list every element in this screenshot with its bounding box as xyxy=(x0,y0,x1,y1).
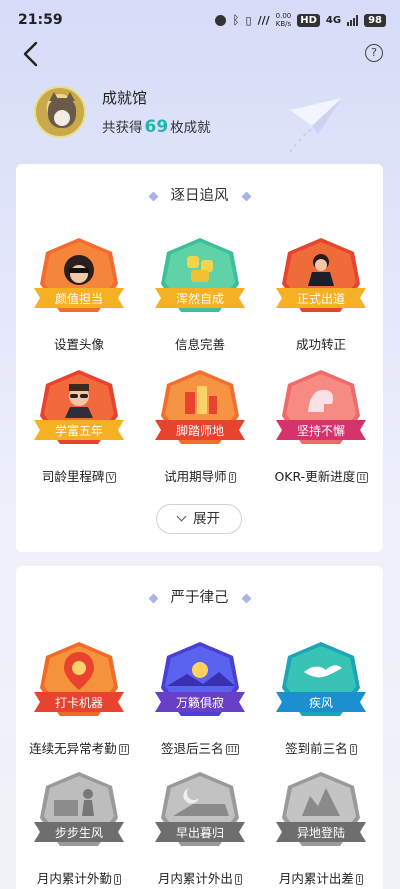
diamond-icon xyxy=(241,191,251,201)
svg-text:脚踏师地: 脚踏师地 xyxy=(176,423,224,438)
svg-text:万籁俱寂: 万籁俱寂 xyxy=(176,695,224,710)
badge-icon: 打卡机器 xyxy=(34,642,124,716)
level-badge: I xyxy=(113,874,122,885)
section-title: 严于律己 xyxy=(16,586,383,607)
badge-label: 司龄里程碑 V xyxy=(41,469,117,484)
badge-icon: 学富五年 xyxy=(34,370,124,444)
badge-label: OKR-更新进度 II xyxy=(274,469,368,484)
badge-icon: 万籁俱寂 xyxy=(155,642,245,716)
achievement-count-number: 69 xyxy=(144,117,169,137)
svg-text:疾风: 疾风 xyxy=(309,695,333,710)
badge-label: 签退后三名 III xyxy=(161,741,239,756)
diamond-icon xyxy=(148,191,158,201)
page-title: 成就馆 xyxy=(102,89,148,107)
level-badge: V xyxy=(106,472,117,483)
badge-item[interactable]: 疾风 签到前三名 I xyxy=(261,636,381,776)
status-bar: 21:59 ᛒ ▯ /// 0.00 KB/s HD 4G 98 xyxy=(0,0,400,40)
network-speed: 0.00 KB/s xyxy=(275,12,292,28)
level-badge: II xyxy=(118,744,129,755)
badge-label: 签到前三名 I xyxy=(285,741,357,756)
bluetooth-icon: ᛒ xyxy=(232,13,240,27)
svg-text:打卡机器: 打卡机器 xyxy=(55,696,103,710)
badge-item[interactable]: 正式出道 成功转正 xyxy=(261,232,381,372)
badge-icon: 浑然自成 xyxy=(155,238,245,312)
svg-text:早出暮归: 早出暮归 xyxy=(176,826,224,840)
alarm-icon xyxy=(215,14,227,26)
svg-text:步步生风: 步步生风 xyxy=(55,826,103,840)
badge-label: 试用期导师 I xyxy=(164,469,236,484)
avatar[interactable] xyxy=(34,86,86,138)
battery-icon: 98 xyxy=(364,13,386,27)
badge-item[interactable]: 坚持不懈 OKR-更新进度 II xyxy=(261,364,381,504)
level-badge: I xyxy=(228,472,236,483)
svg-text:颜值担当: 颜值担当 xyxy=(55,291,103,306)
status-time: 21:59 xyxy=(18,12,63,28)
svg-text:坚持不懈: 坚持不懈 xyxy=(297,423,345,438)
badge-label: 月内累计出差 I xyxy=(278,871,364,886)
paper-plane-icon xyxy=(289,98,342,153)
badge-icon: 疾风 xyxy=(276,642,366,716)
badge-icon: 早出暮归 xyxy=(155,772,245,846)
badge-label: 信息完善 xyxy=(174,337,225,352)
hd-badge: HD xyxy=(297,13,320,27)
badge-label: 成功转正 xyxy=(295,337,346,352)
badge-icon: 坚持不懈 xyxy=(276,370,366,444)
level-badge: I xyxy=(234,874,243,885)
diamond-icon xyxy=(241,593,251,603)
badge-item[interactable]: 打卡机器 连续无异常考勤 II xyxy=(19,636,139,776)
badge-item[interactable]: 颜值担当 设置头像 xyxy=(19,232,139,372)
svg-text:正式出道: 正式出道 xyxy=(297,292,345,306)
badge-item[interactable]: 万籁俱寂 签退后三名 III xyxy=(140,636,260,776)
profile-summary: 成就馆 共获得 69 枚成就 xyxy=(34,86,211,138)
status-icons: ᛒ ▯ /// 0.00 KB/s HD 4G 98 xyxy=(215,12,386,28)
achievement-section-1: 逐日追风 颜值担当 设置头像 浑然自成 信息完善 正式出道 成功转正 学富五年 … xyxy=(16,164,383,552)
achievement-section-2: 严于律己 打卡机器 连续无异常考勤 II 万籁俱寂 签退后三名 III 疾风 签… xyxy=(16,566,383,889)
badge-label: 月内累计外出 I xyxy=(157,871,243,886)
badge-item[interactable]: 异地登陆 月内累计出差 I xyxy=(261,766,381,889)
badge-item[interactable]: 脚踏师地 试用期导师 I xyxy=(140,364,260,504)
network-type: 4G xyxy=(325,14,342,26)
badge-item[interactable]: 早出暮归 月内累计外出 I xyxy=(140,766,260,889)
level-badge: I xyxy=(349,744,357,755)
badge-item[interactable]: 学富五年 司龄里程碑 V xyxy=(19,364,139,504)
badge-icon: 脚踏师地 xyxy=(155,370,245,444)
badge-label: 连续无异常考勤 II xyxy=(29,741,129,756)
section-title: 逐日追风 xyxy=(16,184,383,205)
expand-button[interactable]: 展开 xyxy=(156,504,242,534)
badge-label: 设置头像 xyxy=(53,337,104,352)
back-arrow-icon[interactable] xyxy=(18,40,46,68)
help-icon[interactable]: ? xyxy=(365,44,383,62)
badge-icon: 步步生风 xyxy=(34,772,124,846)
achievement-count: 共获得 69 枚成就 xyxy=(102,117,211,137)
level-badge: II xyxy=(357,472,368,483)
badge-item[interactable]: 步步生风 月内累计外勤 I xyxy=(19,766,139,889)
badge-item[interactable]: 浑然自成 信息完善 xyxy=(140,232,260,372)
cell-signal-icon xyxy=(347,14,359,26)
svg-text:浑然自成: 浑然自成 xyxy=(176,291,224,306)
vibrate-icon: ▯ xyxy=(245,13,252,27)
chevron-down-icon xyxy=(176,511,187,522)
diamond-icon xyxy=(148,593,158,603)
badge-icon: 颜值担当 xyxy=(34,238,124,312)
badge-label: 月内累计外勤 I xyxy=(36,871,122,886)
top-nav: ? xyxy=(0,38,400,70)
level-badge: III xyxy=(225,744,239,755)
signal-icon: /// xyxy=(257,13,270,27)
badge-icon: 异地登陆 xyxy=(276,772,366,846)
badge-icon: 正式出道 xyxy=(276,238,366,312)
svg-text:学富五年: 学富五年 xyxy=(55,423,103,438)
level-badge: I xyxy=(355,874,364,885)
svg-text:异地登陆: 异地登陆 xyxy=(297,825,345,840)
